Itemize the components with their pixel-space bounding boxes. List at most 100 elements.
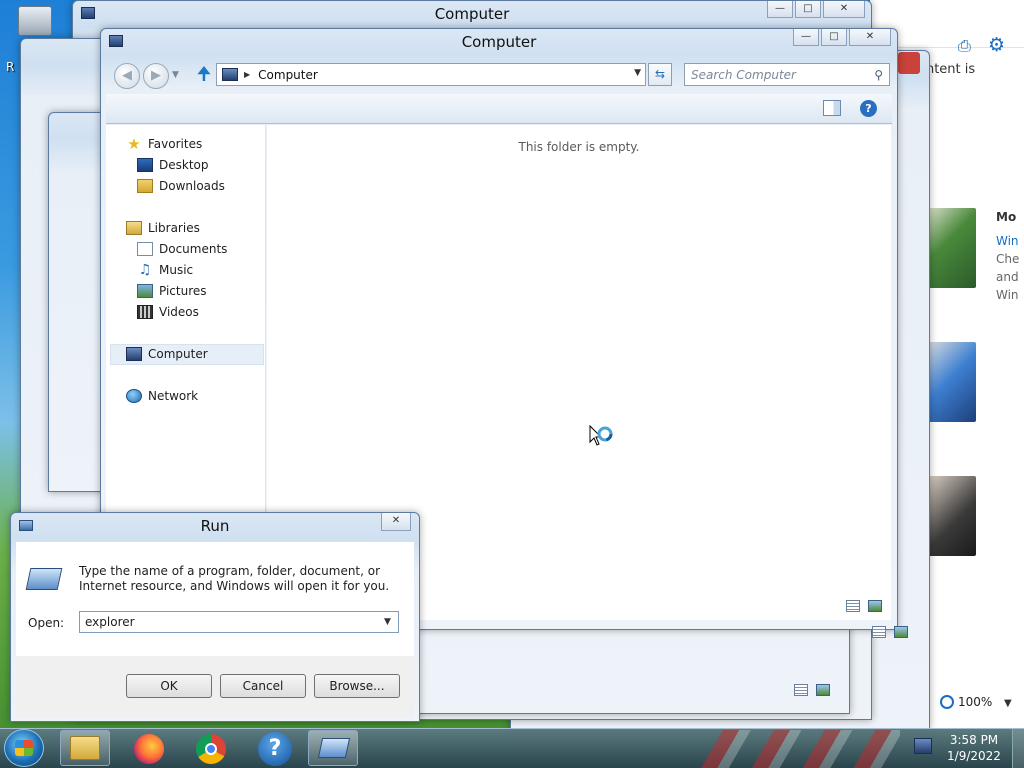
clock-date: 1/9/2022 (947, 749, 1001, 763)
network-tray-icon[interactable] (914, 738, 932, 754)
help-icon[interactable]: ? (860, 100, 877, 117)
article-headline[interactable]: Mo (996, 210, 1016, 224)
window-title: Computer (461, 33, 537, 51)
up-arrow-icon[interactable]: 🠉 (194, 64, 214, 86)
close-button[interactable] (898, 52, 920, 74)
zoom-control[interactable]: 100% (940, 695, 992, 709)
article-line: Che (996, 252, 1020, 266)
chevron-down-icon[interactable]: ▼ (634, 68, 641, 78)
firefox-icon[interactable] (134, 734, 164, 764)
breadcrumb[interactable]: Computer (258, 68, 318, 82)
star-icon: ★ (127, 135, 141, 153)
details-view-icon[interactable] (872, 626, 886, 638)
nav-item-label: Network (148, 389, 199, 403)
nav-item-label: Downloads (159, 179, 225, 193)
forward-button[interactable]: ▶ (143, 63, 169, 89)
zoom-icon (940, 695, 954, 709)
folder-icon (70, 736, 100, 760)
chevron-down-icon[interactable]: ▼ (1004, 698, 1012, 709)
breadcrumb-arrow-icon[interactable]: ▶ (244, 70, 250, 79)
details-view-icon[interactable] (794, 684, 808, 696)
ok-button[interactable]: OK (126, 674, 212, 698)
search-placeholder: Search Computer (691, 67, 796, 82)
nav-item-label: Libraries (148, 221, 200, 235)
open-input[interactable]: explorer (79, 611, 399, 633)
maximize-button[interactable]: □ (821, 29, 847, 46)
arrow-right-icon: ▶ (151, 68, 161, 83)
minimize-button[interactable]: — (793, 29, 819, 46)
system-clock[interactable]: 3:58 PM 1/9/2022 (944, 732, 1004, 764)
article-link[interactable]: Win (996, 232, 1019, 250)
search-input[interactable]: Search Computer ⚲ (684, 63, 890, 86)
network-icon (126, 389, 142, 403)
search-icon[interactable]: ⚲ (874, 68, 883, 82)
maximize-button[interactable]: □ (795, 1, 821, 18)
cancel-button[interactable]: Cancel (220, 674, 306, 698)
clock-time: 3:58 PM (949, 733, 999, 747)
windows-logo-icon (15, 740, 33, 756)
nav-item-label: Documents (159, 242, 228, 256)
nav-item-network[interactable]: Network (126, 389, 198, 403)
nav-item-downloads[interactable]: Downloads (137, 179, 225, 193)
chevron-down-icon[interactable]: ▼ (384, 617, 391, 627)
downloads-folder-icon (137, 179, 153, 193)
nav-item-label: Videos (159, 305, 199, 319)
film-icon (137, 305, 153, 319)
wallpaper-strip (700, 730, 900, 768)
large-icons-view-icon[interactable] (816, 684, 830, 696)
nav-item-computer[interactable]: Computer (126, 347, 208, 361)
recycle-bin-label: R (6, 60, 15, 74)
minimize-button[interactable]: — (767, 1, 793, 18)
nav-item-favorites[interactable]: ★ Favorites (126, 135, 203, 153)
nav-item-label: Computer (148, 347, 208, 361)
nav-item-label: Pictures (159, 284, 207, 298)
nav-item-music[interactable]: ♫ Music (137, 263, 193, 277)
large-icons-view-icon[interactable] (868, 600, 882, 612)
recycle-bin-icon[interactable] (18, 6, 52, 36)
address-bar[interactable]: ▶ Computer ▼ (216, 63, 646, 86)
dialog-title: Run (200, 517, 230, 535)
nav-item-videos[interactable]: Videos (137, 305, 199, 319)
back-button[interactable]: ◀ (114, 63, 140, 89)
zoom-level: 100% (958, 695, 993, 709)
article-line: and (996, 270, 1019, 284)
article-text: Win Che and Win (996, 232, 1019, 304)
command-bar (106, 94, 892, 124)
nav-item-libraries[interactable]: Libraries (126, 221, 200, 235)
desktop-icon (137, 158, 153, 172)
run-description: Type the name of a program, folder, docu… (79, 564, 390, 593)
help-support-icon[interactable]: ? (258, 732, 292, 766)
close-button[interactable]: ✕ (823, 1, 865, 18)
window-title: Computer (434, 5, 510, 23)
nav-item-label: Favorites (148, 137, 203, 151)
music-note-icon: ♫ (138, 262, 152, 278)
nav-item-documents[interactable]: Documents (137, 242, 227, 256)
recent-pages-icon[interactable]: ▼ (172, 70, 179, 80)
computer-icon (222, 68, 238, 81)
empty-folder-message: This folder is empty. (518, 140, 640, 154)
details-view-icon[interactable] (846, 600, 860, 612)
article-line: Win (996, 288, 1019, 302)
chrome-icon-center (205, 743, 217, 755)
gear-icon[interactable]: ⚙ (988, 34, 1008, 56)
nav-item-pictures[interactable]: Pictures (137, 284, 207, 298)
browse-button[interactable]: Browse... (314, 674, 400, 698)
close-button[interactable]: ✕ (849, 29, 891, 46)
nav-item-label: Music (159, 263, 194, 277)
run-dialog-body (16, 542, 414, 656)
pictures-icon (137, 284, 153, 298)
libraries-icon (126, 221, 142, 235)
nav-item-label: Desktop (159, 158, 209, 172)
computer-icon (126, 347, 142, 361)
busy-cursor-icon (589, 424, 613, 446)
print-icon[interactable]: ⎙ (958, 36, 976, 55)
large-icons-view-icon[interactable] (894, 626, 908, 638)
run-program-icon (25, 568, 63, 590)
run-icon (317, 738, 351, 758)
nav-item-desktop[interactable]: Desktop (137, 158, 209, 172)
close-button[interactable]: ✕ (381, 513, 411, 531)
preview-pane-button[interactable] (823, 100, 841, 116)
document-icon (137, 242, 153, 256)
show-desktop-button[interactable] (1012, 729, 1024, 768)
refresh-button[interactable]: ⇆ (648, 63, 672, 86)
